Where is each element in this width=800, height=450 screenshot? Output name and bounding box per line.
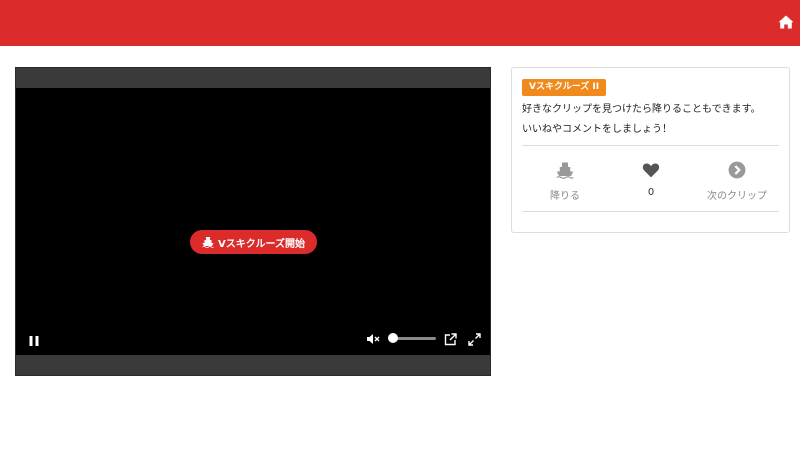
divider	[522, 211, 779, 212]
get-off-label: 降りる	[550, 191, 580, 202]
like-button[interactable]: 0	[611, 161, 691, 198]
cruise-badge: Vスキクルーズ II	[522, 79, 607, 96]
divider	[522, 145, 779, 146]
ship-icon	[556, 161, 574, 183]
ship-icon	[202, 236, 214, 248]
fullscreen-icon[interactable]	[468, 331, 481, 346]
start-cruise-button[interactable]: Vスキクルーズ開始	[190, 230, 317, 254]
pause-icon[interactable]	[28, 332, 40, 346]
volume-slider-handle[interactable]	[388, 333, 398, 343]
home-icon[interactable]	[778, 14, 794, 30]
next-clip-button[interactable]: 次のクリップ	[697, 161, 777, 202]
volume-mute-icon[interactable]	[366, 331, 380, 345]
description-line-1: 好きなクリップを見つけたら降りることもできます。	[522, 104, 761, 115]
video-screen[interactable]: Vスキクルーズ開始	[16, 88, 490, 355]
volume-slider-track[interactable]	[392, 337, 436, 340]
video-player[interactable]: Vスキクルーズ開始	[15, 67, 491, 376]
next-clip-label: 次のクリップ	[707, 191, 767, 202]
external-link-icon[interactable]	[444, 331, 457, 346]
cruise-info-card: Vスキクルーズ II 好きなクリップを見つけたら降りることもできます。 いいねや…	[511, 67, 790, 233]
like-count: 0	[647, 187, 655, 198]
description-line-2: いいねやコメントをしましょう！	[522, 124, 672, 135]
start-cruise-label: Vスキクルーズ開始	[218, 238, 305, 250]
heart-icon	[642, 161, 660, 183]
get-off-button[interactable]: 降りる	[525, 161, 605, 202]
chevron-circle-right-icon	[728, 161, 746, 183]
top-navbar	[0, 0, 800, 46]
